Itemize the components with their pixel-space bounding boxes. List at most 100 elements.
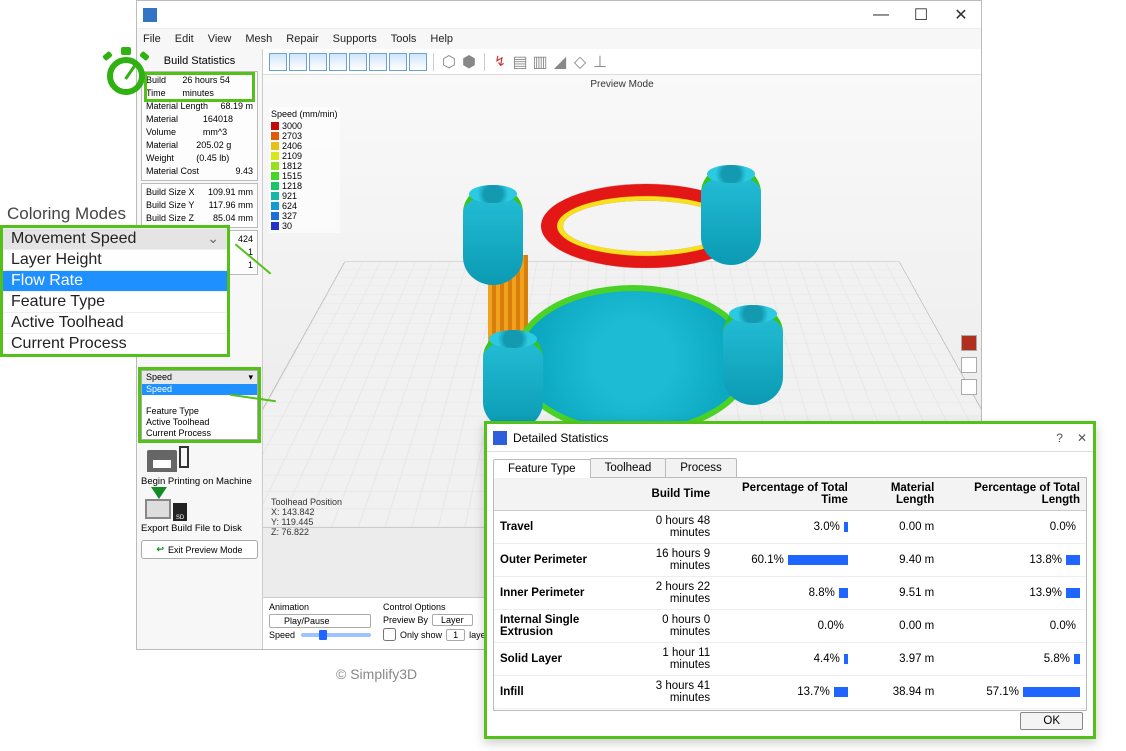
close-button[interactable]: ✕ xyxy=(941,1,981,29)
only-show-value[interactable]: 1 xyxy=(446,629,465,641)
coloring-modes-overlay: Coloring Modes Movement Speed⌄ Layer Hei… xyxy=(0,225,230,357)
shading-icon[interactable]: ◢ xyxy=(551,53,569,71)
legend-row: 624 xyxy=(271,201,338,211)
model-preview xyxy=(393,115,823,435)
legend-row: 1218 xyxy=(271,181,338,191)
column-header[interactable] xyxy=(494,478,621,511)
coloring-dropdown-small[interactable]: Speed▾ Speed Feature Type Active Toolhea… xyxy=(141,370,258,440)
stat-row: Material Weight205.02 g (0.45 lb) xyxy=(146,139,253,165)
app-icon xyxy=(143,8,157,22)
dialog-icon xyxy=(493,431,507,445)
export-build-button[interactable]: SD Export Build File to Disk xyxy=(141,489,258,534)
speed-label: Speed xyxy=(269,630,295,640)
view-cube-icon[interactable] xyxy=(269,53,287,71)
stat-row: Material Length68.19 m xyxy=(146,100,253,113)
stat-row: Build Size X109.91 mm xyxy=(146,186,253,199)
view-cube-icon[interactable] xyxy=(369,53,387,71)
view-icon[interactable] xyxy=(961,357,977,373)
build-stats-timing: Build Time26 hours 54 minutesMaterial Le… xyxy=(141,71,258,181)
previewby-select[interactable]: Layer xyxy=(432,614,473,626)
coloring-option[interactable]: Layer Height xyxy=(3,249,227,270)
coloring-option[interactable]: Current Process xyxy=(3,333,227,354)
coloring-selected[interactable]: Movement Speed⌄ xyxy=(3,228,227,249)
wireframe-icon[interactable]: ⬡ xyxy=(440,53,458,71)
shading-icon[interactable]: ▤ xyxy=(511,53,529,71)
dd-opt[interactable]: Active Toolhead xyxy=(142,417,257,428)
build-stats-title: Build Statistics xyxy=(141,53,258,69)
tab-process[interactable]: Process xyxy=(665,458,737,477)
legend-row: 921 xyxy=(271,191,338,201)
menu-tools[interactable]: Tools xyxy=(391,33,417,45)
table-row: Inner Perimeter2 hours 22 minutes8.8% 9.… xyxy=(494,577,1086,610)
view-cube-icon[interactable] xyxy=(389,53,407,71)
dd-opt[interactable]: Feature Type xyxy=(142,406,257,417)
menu-view[interactable]: View xyxy=(208,33,232,45)
table-row: Internal Single Extrusion0 hours 0 minut… xyxy=(494,610,1086,643)
speed-slider[interactable] xyxy=(301,633,371,637)
menu-repair[interactable]: Repair xyxy=(286,33,318,45)
legend-row: 1812 xyxy=(271,161,338,171)
axis-icon[interactable]: ↯ xyxy=(491,53,509,71)
column-header[interactable]: Percentage of Total Length xyxy=(940,478,1086,511)
dialog-title: Detailed Statistics xyxy=(513,431,608,445)
view-cube-icon[interactable] xyxy=(329,53,347,71)
view-cube-icon[interactable] xyxy=(289,53,307,71)
play-pause-button[interactable]: Play/Pause xyxy=(269,614,371,628)
animation-title: Animation xyxy=(269,602,371,612)
column-header[interactable]: Percentage of Total Time xyxy=(716,478,854,511)
menu-supports[interactable]: Supports xyxy=(333,33,377,45)
view-cube-icon[interactable] xyxy=(409,53,427,71)
table-row: Dense Infill0 hours 37 minutes2.3% 3.95 … xyxy=(494,709,1086,712)
table-row: Outer Perimeter16 hours 9 minutes60.1% 9… xyxy=(494,544,1086,577)
view-cube-icon[interactable] xyxy=(309,53,327,71)
minimize-button[interactable]: — xyxy=(861,1,901,29)
column-header[interactable]: Material Length xyxy=(854,478,940,511)
view-cube-icon[interactable] xyxy=(349,53,367,71)
legend-row: 3000 xyxy=(271,121,338,131)
control-options-title: Control Options xyxy=(383,602,493,612)
legend-row: 327 xyxy=(271,211,338,221)
maximize-button[interactable]: ☐ xyxy=(901,1,941,29)
menu-file[interactable]: File xyxy=(143,33,161,45)
chevron-down-icon: ⌄ xyxy=(207,230,219,248)
column-header[interactable]: Build Time xyxy=(621,478,716,511)
coloring-option[interactable]: Feature Type xyxy=(3,291,227,312)
dialog-close-button[interactable]: ✕ xyxy=(1077,431,1087,445)
legend-title: Speed (mm/min) xyxy=(271,109,338,119)
legend-row: 2406 xyxy=(271,141,338,151)
menu-mesh[interactable]: Mesh xyxy=(245,33,272,45)
stat-row: Build Size Z85.04 mm xyxy=(146,212,253,225)
stopwatch-icon xyxy=(101,47,151,97)
menu-help[interactable]: Help xyxy=(430,33,453,45)
stat-row: Material Volume164018 mm^3 xyxy=(146,113,253,139)
stat-row: Build Time26 hours 54 minutes xyxy=(146,74,253,100)
anchor-icon[interactable]: ⊥ xyxy=(591,53,609,71)
only-show-checkbox[interactable] xyxy=(383,628,396,641)
printer-icon xyxy=(141,442,189,476)
begin-printing-button[interactable]: Begin Printing on Machine xyxy=(141,442,258,487)
coloring-dropdown-panel: Speed▾ Speed Feature Type Active Toolhea… xyxy=(141,370,258,440)
stat-row: Build Size Y117.96 mm xyxy=(146,199,253,212)
view-toolbar: ⬡ ⬢ ↯ ▤ ▥ ◢ ◇ ⊥ xyxy=(263,49,981,75)
view-icon[interactable] xyxy=(961,379,977,395)
dialog-titlebar: Detailed Statistics ? ✕ xyxy=(487,424,1093,452)
tab-toolhead[interactable]: Toolhead xyxy=(590,458,667,477)
speed-legend: Speed (mm/min) 3000270324062109181215151… xyxy=(269,107,340,233)
table-row: Infill3 hours 41 minutes13.7% 38.94 m57.… xyxy=(494,676,1086,709)
coloring-modes-title: Coloring Modes xyxy=(3,204,126,226)
dialog-help-button[interactable]: ? xyxy=(1056,431,1063,445)
legend-row: 30 xyxy=(271,221,338,231)
dd-opt[interactable]: Speed xyxy=(142,384,257,395)
exit-preview-button[interactable]: ↩ Exit Preview Mode xyxy=(141,540,258,559)
solid-icon[interactable]: ⬢ xyxy=(460,53,478,71)
view-icon[interactable] xyxy=(961,335,977,351)
shading-icon[interactable]: ◇ xyxy=(571,53,589,71)
menu-edit[interactable]: Edit xyxy=(175,33,194,45)
ok-button[interactable]: OK xyxy=(1020,712,1083,730)
tab-feature-type[interactable]: Feature Type xyxy=(493,459,591,478)
coloring-option[interactable]: Flow Rate xyxy=(3,270,227,291)
coloring-option[interactable]: Active Toolhead xyxy=(3,312,227,333)
shading-icon[interactable]: ▥ xyxy=(531,53,549,71)
dd-opt[interactable]: Current Process xyxy=(142,428,257,439)
right-view-toolbar xyxy=(961,335,977,395)
